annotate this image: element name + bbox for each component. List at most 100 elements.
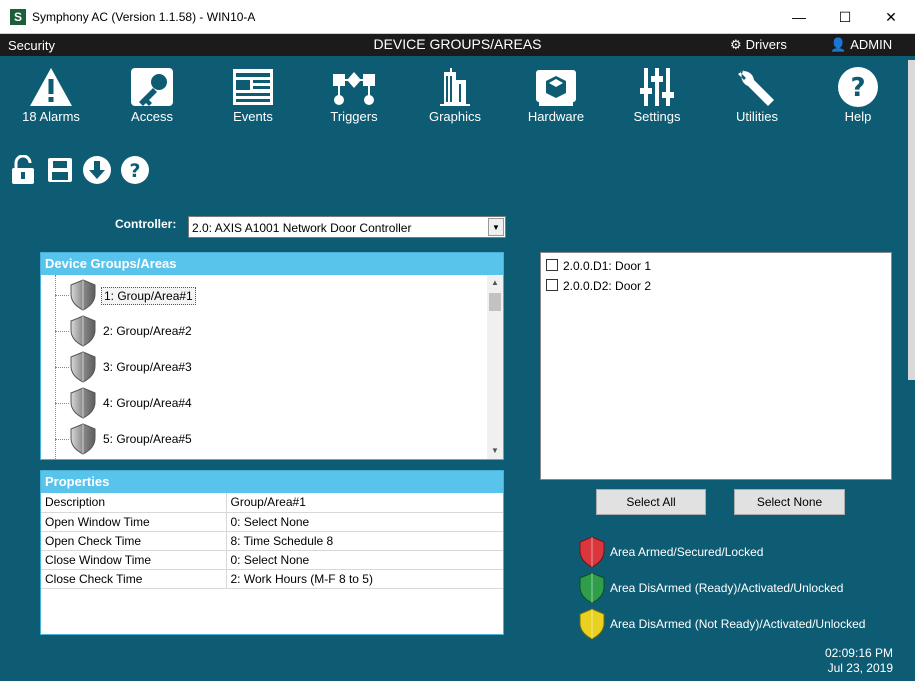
red-shield-icon [579,536,605,568]
property-value[interactable]: 0: Select None [226,512,503,532]
gear-icon: ⚙ [730,37,742,52]
nav-events[interactable]: Events [208,60,298,126]
property-key: Open Window Time [41,512,227,532]
warning-icon [30,68,72,106]
properties-table: Description Group/Area#1 Open Window Tim… [41,493,503,589]
app-logo: S [10,9,26,25]
help-icon: ? [838,67,878,107]
select-all-button[interactable]: Select All [596,489,706,515]
controller-select[interactable]: 2.0: AXIS A1001 Network Door Controller … [188,216,506,238]
door-checkbox[interactable] [546,259,558,271]
download-button[interactable] [82,155,112,187]
save-icon [48,158,72,182]
clock-date: Jul 23, 2019 [827,661,893,675]
door-list: 2.0.0.D1: Door 1 2.0.0.D2: Door 2 [540,252,892,480]
property-value[interactable]: 8: Time Schedule 8 [226,531,503,551]
nav-settings[interactable]: Settings [612,60,702,126]
tree-item[interactable]: 2: Group/Area#2 [41,311,481,347]
svg-text:?: ? [850,73,865,103]
window-scrollbar[interactable] [908,60,915,380]
user-button[interactable]: 👤 ADMIN [830,37,892,53]
nav-label: 18 Alarms [22,109,80,124]
shield-icon [70,423,96,455]
clock-time: 02:09:16 PM [824,646,893,660]
help-icon: ? [121,156,149,184]
window-titlebar: S Symphony AC (Version 1.1.58) - WIN10-A… [0,0,915,34]
clock: 02:09:16 PM Jul 23, 2019 [825,646,893,676]
property-key: Description [41,493,227,513]
shield-icon [70,387,96,419]
unlock-icon [12,154,34,184]
tree-item[interactable]: 4: Group/Area#4 [41,383,481,419]
event-list-icon [233,69,273,105]
scroll-thumb[interactable] [489,293,501,311]
property-value[interactable]: 0: Select None [226,550,503,570]
shield-icon [70,315,96,347]
door-label: 2.0.0.D1: Door 1 [563,259,652,273]
nav-label: Hardware [527,109,585,124]
tree-item[interactable]: 3: Group/Area#3 [41,347,481,383]
drivers-label: Drivers [745,37,787,52]
legend-text: Area DisArmed (Not Ready)/Activated/Unlo… [610,617,866,631]
nav-label: Access [131,109,173,124]
sliders-icon [640,68,674,106]
legend-text: Area Armed/Secured/Locked [610,545,764,559]
svg-text:?: ? [129,160,140,182]
nav-label: Triggers [330,109,378,124]
nav-access[interactable]: Access [107,60,197,126]
nav-label: Utilities [736,109,778,124]
tree-item[interactable]: 1: Group/Area#1 [41,275,481,311]
header-bar: Security DEVICE GROUPS/AREAS ⚙ Drivers 👤 A… [0,34,915,56]
device-groups-panel: Device Groups/Areas 1: Group/Area#1 2: G… [40,252,504,460]
window-title: Symphony AC (Version 1.1.58) - WIN10-A [32,10,256,24]
nav-label: Graphics [428,109,482,124]
user-label: ADMIN [850,37,893,52]
nav-help[interactable]: ? Help [813,60,903,126]
nav-graphics[interactable]: Graphics [410,60,500,126]
nav-hardware[interactable]: Hardware [511,60,601,126]
property-value[interactable]: Group/Area#1 [226,493,503,513]
user-icon: 👤 [830,37,847,52]
key-icon [131,68,173,106]
shield-icon [70,279,96,311]
device-groups-header: Device Groups/Areas [41,253,503,275]
controller-label: Controller: [115,217,177,231]
property-row[interactable]: Close Check Time 2: Work Hours (M-F 8 to… [41,569,503,589]
building-icon [440,68,470,106]
wrench-icon [738,70,774,106]
tree-item-label: 1: Group/Area#1 [101,287,196,305]
tree-item-label: 2: Group/Area#2 [103,324,192,338]
shield-icon [70,351,96,383]
property-key: Open Check Time [41,531,227,551]
save-button[interactable] [46,155,76,187]
properties-header: Properties [41,471,503,493]
nav-triggers[interactable]: Triggers [309,60,399,126]
help-button[interactable]: ? [120,155,150,187]
nav-alarms[interactable]: 18 Alarms [6,60,96,126]
nav-label: Help [844,109,872,124]
trigger-icon [333,72,375,105]
tree-item-label: 3: Group/Area#3 [103,360,192,374]
property-row[interactable]: Open Check Time 8: Time Schedule 8 [41,531,503,551]
nav-utilities[interactable]: Utilities [712,60,802,126]
property-row[interactable]: Close Window Time 0: Select None [41,550,503,570]
tree-scrollbar[interactable]: ▲ ▼ [487,275,503,459]
maximize-button[interactable]: ☐ [822,0,868,34]
door-checkbox[interactable] [546,279,558,291]
property-value[interactable]: 2: Work Hours (M-F 8 to 5) [226,569,503,589]
controller-value: 2.0: AXIS A1001 Network Door Controller [192,221,412,235]
select-none-button[interactable]: Select None [734,489,845,515]
drivers-button[interactable]: ⚙ Drivers [730,37,787,53]
property-row[interactable]: Open Window Time 0: Select None [41,512,503,532]
scroll-down-icon[interactable]: ▼ [487,443,503,459]
property-row[interactable]: Description Group/Area#1 [41,493,503,513]
unlock-button[interactable] [10,154,40,187]
tree-item[interactable]: 5: Group/Area#5 [41,419,481,455]
minimize-button[interactable]: — [776,0,822,34]
close-button[interactable]: ✕ [868,0,914,34]
main-toolbar: 18 Alarms Access Events Triggers Graphic… [0,60,915,128]
scroll-up-icon[interactable]: ▲ [487,275,503,291]
property-key: Close Check Time [41,569,227,589]
chevron-down-icon[interactable]: ▼ [488,218,504,236]
yellow-shield-icon [579,608,605,640]
